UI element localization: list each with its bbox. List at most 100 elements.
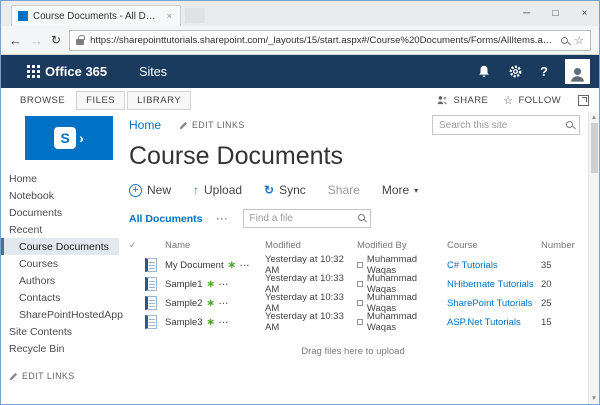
word-doc-icon[interactable] — [145, 258, 157, 272]
file-name-link[interactable]: Sample1 — [165, 279, 203, 290]
sidebar-item-recycle-bin[interactable]: Recycle Bin — [1, 340, 119, 357]
url-text[interactable]: https://sharepointtutorials.sharepoint.c… — [90, 35, 555, 46]
course-link[interactable]: NHibernate Tutorials — [447, 279, 541, 290]
name-cell: Sample2 ∗ ··· — [165, 298, 265, 309]
view-all-documents[interactable]: All Documents — [129, 213, 203, 225]
tab-close-icon[interactable]: × — [165, 11, 174, 21]
course-link[interactable]: SharePoint Tutorials — [447, 298, 541, 309]
sidebar-item-documents[interactable]: Documents — [1, 204, 119, 221]
maximize-button[interactable]: □ — [541, 1, 570, 26]
site-search-input[interactable] — [432, 115, 580, 135]
select-all-checkbox[interactable]: ✓ — [129, 240, 145, 251]
search-icon[interactable] — [561, 37, 568, 44]
column-modified[interactable]: Modified — [265, 240, 357, 251]
help-button[interactable]: ? — [540, 64, 548, 79]
site-search-icon[interactable] — [566, 121, 573, 128]
column-course[interactable]: Course — [447, 240, 541, 251]
favorite-star-icon[interactable]: ☆ — [574, 34, 584, 47]
focus-on-content-icon[interactable] — [578, 95, 589, 106]
page-edit-links[interactable]: EDIT LINKS — [179, 120, 245, 130]
back-button[interactable]: ← — [9, 33, 22, 48]
browser-tab[interactable]: Course Documents - All Documents × — [11, 5, 181, 26]
modified-cell: Yesterday at 10:33 AM — [265, 311, 357, 333]
window-controls: ─ □ × — [512, 1, 599, 26]
sync-arrows-icon: ↻ — [264, 183, 274, 197]
item-menu-icon[interactable]: ··· — [219, 298, 229, 308]
follow-button[interactable]: FOLLOW — [518, 95, 561, 106]
upload-arrow-icon: ↑ — [193, 183, 199, 197]
sidebar-item-courses[interactable]: Courses — [1, 255, 119, 272]
minimize-button[interactable]: ─ — [512, 1, 541, 26]
sites-link[interactable]: Sites — [139, 65, 167, 79]
table-header-row: ✓ Name Modified Modified By Course Numbe… — [129, 236, 584, 254]
find-file-search-icon[interactable] — [358, 214, 365, 221]
ribbon-bar: BROWSE FILES LIBRARY SHARE ☆ FOLLOW — [1, 88, 599, 112]
sidebar-item-site-contents[interactable]: Site Contents — [1, 323, 119, 340]
sync-button[interactable]: ↻ Sync — [264, 183, 306, 197]
table-row: Sample1 ∗ ··· Yesterday at 10:33 AM Muha… — [129, 273, 584, 292]
breadcrumb-home-link[interactable]: Home — [129, 118, 161, 132]
close-button[interactable]: × — [570, 1, 599, 26]
item-menu-icon[interactable]: ··· — [240, 260, 250, 270]
new-button[interactable]: + New — [129, 183, 171, 197]
number-cell: 20 — [541, 279, 577, 290]
table-row: Sample2 ∗ ··· Yesterday at 10:33 AM Muha… — [129, 292, 584, 311]
upload-label: Upload — [204, 183, 242, 197]
sidebar-item-contacts[interactable]: Contacts — [1, 289, 119, 306]
share-button[interactable]: SHARE — [453, 95, 488, 106]
browser-urlbar: ← → ↻ https://sharepointtutorials.sharep… — [1, 26, 599, 55]
number-cell: 15 — [541, 317, 577, 328]
more-label: More — [382, 183, 409, 197]
office365-brand-link[interactable]: Office 365 — [45, 64, 107, 79]
address-bar[interactable]: https://sharepointtutorials.sharepoint.c… — [69, 30, 591, 51]
follow-star-icon: ☆ — [503, 94, 513, 107]
upload-button[interactable]: ↑ Upload — [193, 183, 242, 197]
file-name-link[interactable]: My Document — [165, 260, 224, 271]
tab-browse[interactable]: BROWSE — [11, 92, 74, 109]
scrollbar-thumb[interactable] — [591, 123, 598, 173]
sidebar-item-sharepointhostedapp[interactable]: SharePointHostedApp — [1, 306, 119, 323]
course-link[interactable]: C# Tutorials — [447, 260, 541, 271]
sidebar-item-home[interactable]: Home — [1, 170, 119, 187]
file-name-link[interactable]: Sample2 — [165, 298, 203, 309]
word-doc-icon[interactable] — [145, 315, 157, 329]
word-doc-icon[interactable] — [145, 296, 157, 310]
scroll-down-icon[interactable]: ▼ — [591, 395, 597, 402]
main-area: Home EDIT LINKS Course Documents + New ↑ — [119, 112, 588, 404]
suitebar-actions: ? — [477, 59, 590, 84]
new-tab-button[interactable] — [185, 8, 205, 23]
refresh-button[interactable]: ↻ — [51, 33, 61, 47]
view-ellipsis-icon[interactable]: ··· — [217, 214, 229, 224]
column-number[interactable]: Number — [541, 240, 577, 251]
sharepoint-logo-chevron: › — [79, 130, 84, 146]
notifications-bell-icon[interactable] — [477, 65, 491, 79]
share-command-button[interactable]: Share — [328, 183, 360, 197]
course-link[interactable]: ASP.Net Tutorials — [447, 317, 541, 328]
sidebar-item-notebook[interactable]: Notebook — [1, 187, 119, 204]
sidebar-item-authors[interactable]: Authors — [1, 272, 119, 289]
settings-gear-icon[interactable] — [508, 64, 523, 79]
word-doc-icon[interactable] — [145, 277, 157, 291]
column-name[interactable]: Name — [165, 240, 265, 251]
scroll-up-icon[interactable]: ▲ — [591, 114, 597, 121]
file-name-link[interactable]: Sample3 — [165, 317, 203, 328]
forward-button[interactable]: → — [30, 33, 43, 48]
more-button[interactable]: More ▾ — [382, 183, 418, 197]
share-people-icon — [437, 95, 448, 105]
view-selector-bar: All Documents ··· — [129, 209, 584, 228]
app-launcher-button[interactable] — [1, 55, 45, 88]
new-badge-icon: ∗ — [207, 279, 215, 290]
site-logo[interactable]: S › — [25, 116, 113, 160]
item-menu-icon[interactable]: ··· — [219, 317, 229, 327]
edit-pencil-icon — [179, 121, 188, 130]
sidebar-item-recent[interactable]: Recent — [1, 221, 119, 238]
item-menu-icon[interactable]: ··· — [219, 279, 229, 289]
find-file-input[interactable] — [243, 209, 371, 228]
user-avatar[interactable] — [565, 59, 590, 84]
tab-library[interactable]: LIBRARY — [127, 91, 191, 110]
tab-files[interactable]: FILES — [76, 91, 125, 110]
sidebar-item-course-documents[interactable]: Course Documents — [1, 238, 119, 255]
vertical-scrollbar[interactable]: ▲ ▼ — [588, 112, 599, 404]
column-modified-by[interactable]: Modified By — [357, 240, 447, 251]
sidebar-edit-links[interactable]: EDIT LINKS — [1, 371, 119, 381]
